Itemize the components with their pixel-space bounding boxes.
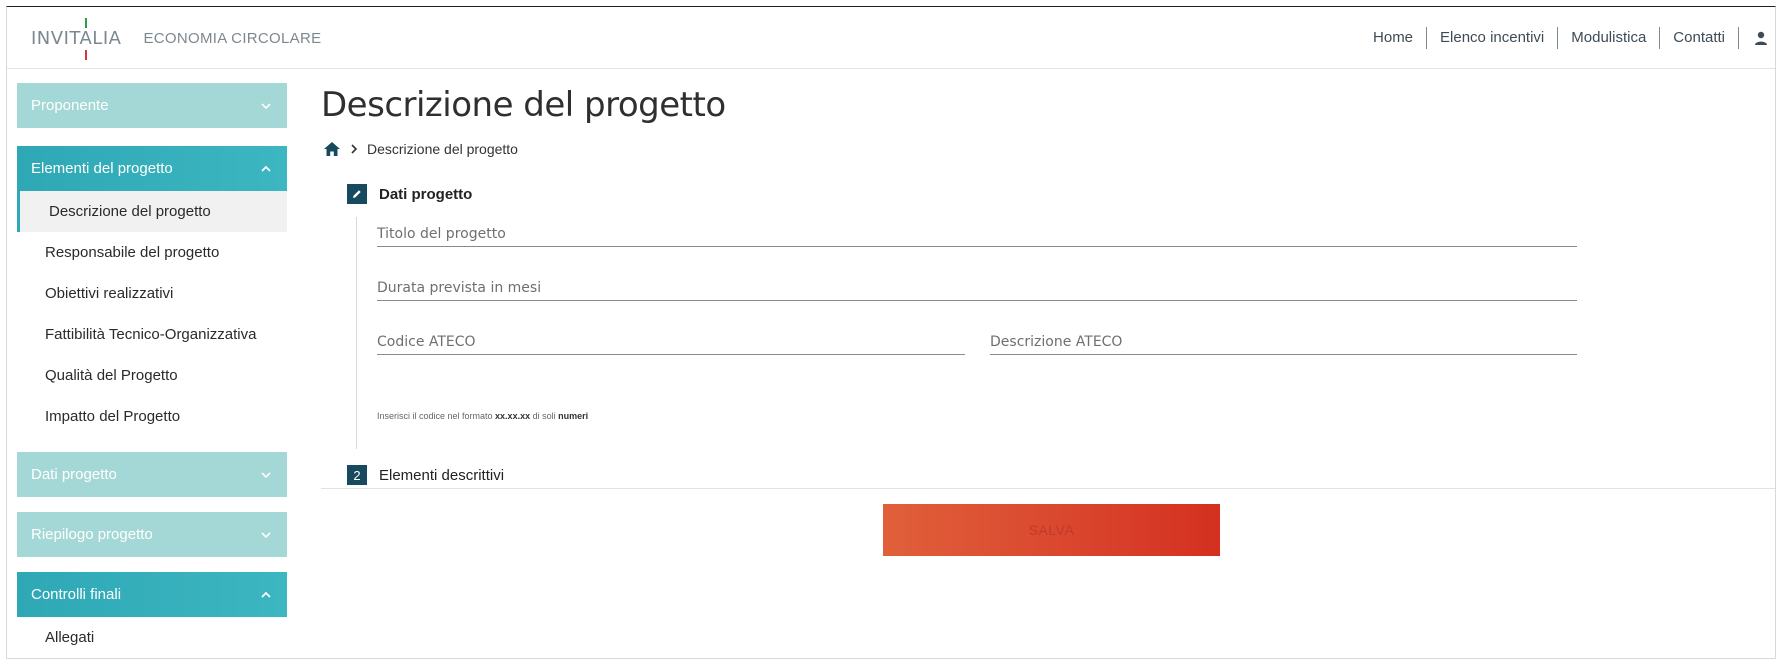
logo-subtitle: ECONOMIA CIRCOLARE — [143, 29, 322, 47]
logo-flag-green — [85, 17, 87, 28]
sidebar-item-descrizione[interactable]: Descrizione del progetto — [17, 191, 287, 232]
top-nav: Home Elenco incentivi Modulistica Contat… — [1360, 7, 1775, 69]
nav-contatti[interactable]: Contatti — [1659, 27, 1738, 49]
sidebar-section-riepilogo[interactable]: Riepilogo progetto — [17, 512, 287, 557]
descrizione-ateco-field[interactable] — [990, 325, 1577, 355]
sidebar-section-label: Controlli finali — [31, 586, 122, 603]
save-button[interactable]: SALVA — [883, 504, 1220, 556]
step-label: Elementi descrittivi — [379, 466, 505, 484]
sidebar-item-impatto[interactable]: Impatto del Progetto — [17, 396, 287, 437]
hint-format: xx.xx.xx — [495, 411, 531, 421]
hint-middle: di soli — [530, 411, 559, 421]
app-frame: INVITALIA ECONOMIA CIRCOLARE Home Elenco… — [6, 6, 1776, 659]
codice-ateco-field[interactable] — [377, 325, 965, 355]
sidebar-section-controlli-finali[interactable]: Controlli finali — [17, 572, 287, 617]
durata-input[interactable] — [377, 271, 1577, 300]
chevron-down-icon — [261, 102, 271, 109]
main-content: Descrizione del progetto Descrizione del… — [315, 69, 1775, 658]
sidebar-section-elementi[interactable]: Elementi del progetto — [17, 146, 287, 191]
durata-field[interactable] — [377, 271, 1577, 301]
step-elementi-descrittivi[interactable]: 2 Elementi descrittivi — [347, 465, 504, 485]
logo-wordmark: INVITALIA — [31, 27, 122, 49]
nav-modulistica[interactable]: Modulistica — [1557, 27, 1659, 49]
step-dati-progetto[interactable]: Dati progetto — [347, 184, 472, 204]
codice-ateco-hint: Inserisci il codice nel formato xx.xx.xx… — [377, 411, 588, 421]
breadcrumb-current: Descrizione del progetto — [367, 141, 518, 157]
chevron-up-icon — [261, 591, 271, 598]
user-menu[interactable] — [1738, 27, 1775, 49]
step-connector — [356, 217, 357, 449]
home-icon[interactable] — [323, 141, 341, 157]
sidebar-item-allegati[interactable]: Allegati — [17, 617, 287, 658]
sidebar-section-label: Riepilogo progetto — [31, 526, 153, 543]
codice-ateco-input[interactable] — [377, 325, 965, 354]
chevron-up-icon — [261, 165, 271, 172]
sidebar-section-dati-progetto[interactable]: Dati progetto — [17, 452, 287, 497]
divider — [321, 488, 1775, 489]
titolo-progetto-field[interactable] — [377, 217, 1577, 247]
nav-home[interactable]: Home — [1360, 27, 1426, 49]
titolo-progetto-input[interactable] — [377, 217, 1577, 246]
sidebar-section-proponente[interactable]: Proponente — [17, 83, 287, 128]
nav-elenco-incentivi[interactable]: Elenco incentivi — [1426, 27, 1557, 49]
step-badge: 2 — [347, 465, 367, 485]
top-header: INVITALIA ECONOMIA CIRCOLARE Home Elenco… — [7, 7, 1775, 69]
descrizione-ateco-input[interactable] — [990, 325, 1577, 354]
hint-suffix: numeri — [558, 411, 589, 421]
step-badge — [347, 184, 367, 204]
sidebar-section-label: Dati progetto — [31, 466, 117, 483]
chevron-down-icon — [261, 471, 271, 478]
step-label: Dati progetto — [379, 185, 473, 203]
sidebar-item-qualita[interactable]: Qualità del Progetto — [17, 355, 287, 396]
sidebar-section-label: Proponente — [31, 97, 109, 114]
sidebar: Proponente Elementi del progetto Descriz… — [17, 83, 287, 658]
logo-text: INVITALIA — [31, 17, 122, 60]
logo-flag-red — [85, 49, 87, 60]
sidebar-item-fattibilita[interactable]: Fattibilità Tecnico-Organizzativa — [17, 314, 287, 355]
hint-prefix: Inserisci il codice nel formato — [377, 411, 496, 421]
chevron-right-icon — [351, 144, 358, 154]
logo[interactable]: INVITALIA ECONOMIA CIRCOLARE — [31, 7, 321, 69]
pencil-icon — [353, 190, 361, 198]
chevron-down-icon — [261, 531, 271, 538]
sidebar-item-responsabile[interactable]: Responsabile del progetto — [17, 232, 287, 273]
page-title: Descrizione del progetto — [321, 85, 726, 125]
sidebar-section-label: Elementi del progetto — [31, 160, 173, 177]
user-icon — [1755, 31, 1767, 45]
breadcrumb: Descrizione del progetto — [323, 141, 518, 157]
sidebar-item-obiettivi[interactable]: Obiettivi realizzativi — [17, 273, 287, 314]
